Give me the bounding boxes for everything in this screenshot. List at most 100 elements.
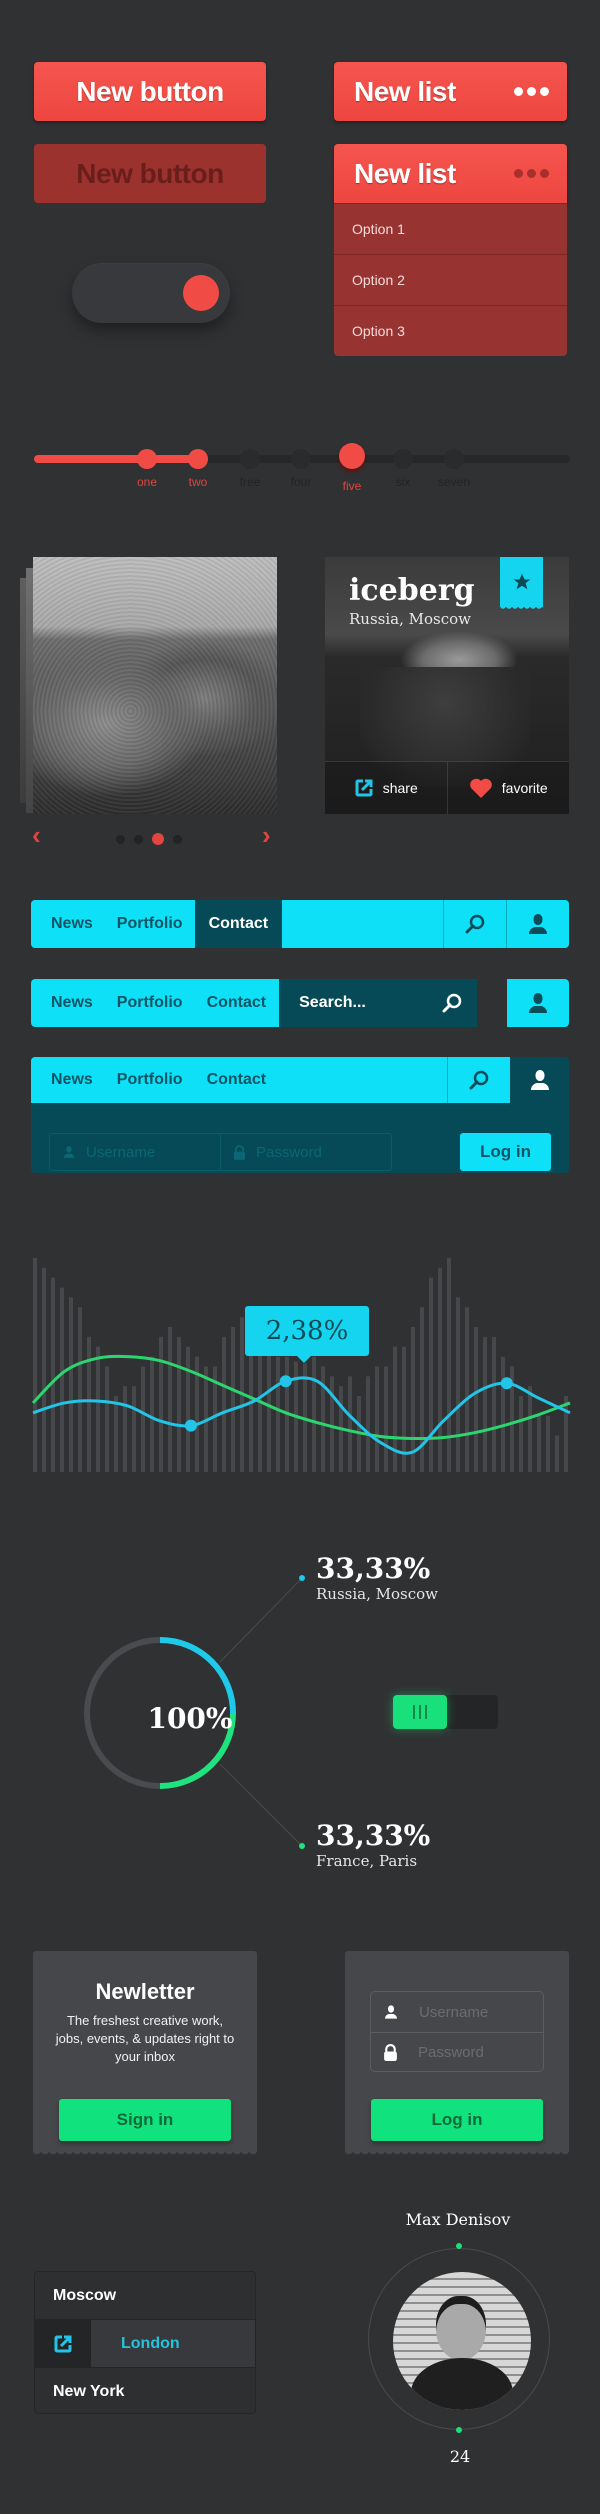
more-dots-icon[interactable]: [514, 87, 549, 96]
step-slider[interactable]: one two free four five six seven: [30, 443, 570, 506]
city-list: Moscow London New York: [34, 2271, 256, 2414]
city-item[interactable]: Moscow: [35, 2272, 255, 2319]
chart-bar: [267, 1346, 271, 1472]
nav-item-news[interactable]: News: [31, 900, 105, 948]
pager-dot-active[interactable]: [152, 833, 164, 845]
chart-bar: [312, 1356, 316, 1472]
more-dots-icon[interactable]: [514, 169, 549, 178]
search-button[interactable]: [427, 979, 477, 1027]
pager-dot[interactable]: [134, 834, 143, 844]
nav-item-contact[interactable]: Contact: [194, 900, 283, 948]
chart-bar: [258, 1336, 262, 1472]
slider-step[interactable]: [444, 449, 464, 469]
navbar-1: News Portfolio Contact: [31, 900, 569, 948]
nav-item-news[interactable]: News: [31, 979, 105, 1027]
segment-label: France, Paris: [316, 1852, 418, 1870]
green-switch[interactable]: [393, 1695, 498, 1729]
bookmark-button[interactable]: [500, 557, 543, 611]
password-input[interactable]: Password: [220, 1134, 391, 1170]
username-input[interactable]: Username: [50, 1134, 220, 1170]
search-input[interactable]: Search...: [279, 979, 478, 1027]
nav-item-contact[interactable]: Contact: [195, 1057, 279, 1103]
chevron-right-icon[interactable]: ›: [262, 822, 271, 848]
chart-bar: [114, 1396, 118, 1472]
list-option[interactable]: Option 1: [334, 203, 567, 254]
login-button[interactable]: Log in: [371, 2099, 543, 2141]
chart-bar: [60, 1287, 64, 1472]
chevron-left-icon[interactable]: ‹: [32, 822, 41, 848]
nav-item-portfolio[interactable]: Portfolio: [105, 900, 195, 948]
slider-step[interactable]: [137, 449, 157, 469]
leader-line: [219, 1763, 303, 1847]
user-button[interactable]: [510, 1057, 569, 1103]
user-icon: [529, 914, 547, 934]
chart-bar: [564, 1396, 568, 1472]
chart-point[interactable]: [184, 1419, 197, 1432]
toggle-switch[interactable]: [72, 263, 230, 323]
favorite-label: favorite: [501, 780, 548, 796]
iceberg-card: iceberg Russia, Moscow share favorite: [325, 557, 569, 814]
gallery-photo[interactable]: [33, 557, 277, 814]
nav-item-portfolio[interactable]: Portfolio: [105, 979, 195, 1027]
search-button[interactable]: [443, 900, 506, 948]
list-dropdown-open[interactable]: New list Option 1 Option 2 Option 3: [334, 144, 567, 356]
chart-bar: [132, 1386, 136, 1472]
step-label: two: [188, 475, 208, 489]
search-icon: [465, 914, 485, 934]
navbar-2: News Portfolio Contact Search...: [31, 979, 569, 1027]
chart-bar: [51, 1277, 55, 1472]
slider-step[interactable]: [240, 449, 260, 469]
sign-in-button[interactable]: Sign in: [59, 2099, 231, 2141]
list-options: Option 1 Option 2 Option 3: [334, 203, 567, 356]
slider-step[interactable]: [393, 449, 413, 469]
chart-bar: [474, 1327, 478, 1472]
slider-handle[interactable]: [339, 443, 365, 469]
search-button[interactable]: [447, 1057, 510, 1103]
user-button[interactable]: [507, 979, 569, 1027]
list-header[interactable]: New list: [334, 144, 567, 203]
nav-item-contact[interactable]: Contact: [195, 979, 280, 1027]
slider-step[interactable]: [188, 449, 208, 469]
chart-point[interactable]: [279, 1375, 292, 1388]
password-input[interactable]: Password: [371, 2032, 543, 2072]
list-option[interactable]: Option 3: [334, 305, 567, 356]
navbar-login: News Portfolio Contact Username Password…: [31, 1057, 569, 1173]
pager-dot[interactable]: [173, 834, 182, 844]
chart-bar: [456, 1297, 460, 1472]
list-dropdown-closed[interactable]: New list: [334, 62, 567, 121]
chart-point[interactable]: [500, 1377, 513, 1390]
chart-bar: [222, 1336, 226, 1472]
heart-icon: [469, 778, 492, 798]
avatar[interactable]: [393, 2272, 531, 2410]
favorite-button[interactable]: favorite: [446, 762, 570, 814]
share-icon-box: [35, 2320, 91, 2367]
nav-item-news[interactable]: News: [31, 1057, 105, 1103]
chart-bar: [33, 1257, 37, 1472]
lock-icon: [384, 2044, 397, 2061]
pager-dot[interactable]: [116, 834, 125, 844]
password-placeholder: Password: [256, 1143, 322, 1161]
username-input[interactable]: Username: [371, 1992, 543, 2032]
username-placeholder: Username: [86, 1143, 156, 1161]
slider-step[interactable]: [291, 449, 311, 469]
list-header[interactable]: New list: [334, 62, 567, 121]
city-item-selected[interactable]: London: [35, 2319, 255, 2368]
search-icon: [442, 993, 462, 1013]
chart-bar: [330, 1376, 334, 1472]
chart-bar: [438, 1267, 442, 1472]
chart-tooltip: 2,38%: [245, 1306, 369, 1363]
newsletter-card: Newletter The freshest creative work, jo…: [33, 1951, 257, 2156]
password-placeholder: Password: [418, 2044, 484, 2061]
toggle-knob[interactable]: [183, 275, 219, 311]
nav-item-portfolio[interactable]: Portfolio: [105, 1057, 195, 1103]
bar-line-chart: 2,38%: [0, 1240, 600, 1480]
user-button[interactable]: [506, 900, 569, 948]
share-button[interactable]: share: [325, 762, 447, 814]
new-button[interactable]: New button: [34, 62, 266, 121]
share-icon: [54, 2335, 72, 2352]
user-icon: [385, 2005, 397, 2019]
list-option[interactable]: Option 2: [334, 254, 567, 305]
switch-thumb[interactable]: [393, 1695, 447, 1729]
login-button[interactable]: Log in: [460, 1133, 551, 1171]
city-item[interactable]: New York: [35, 2368, 255, 2413]
